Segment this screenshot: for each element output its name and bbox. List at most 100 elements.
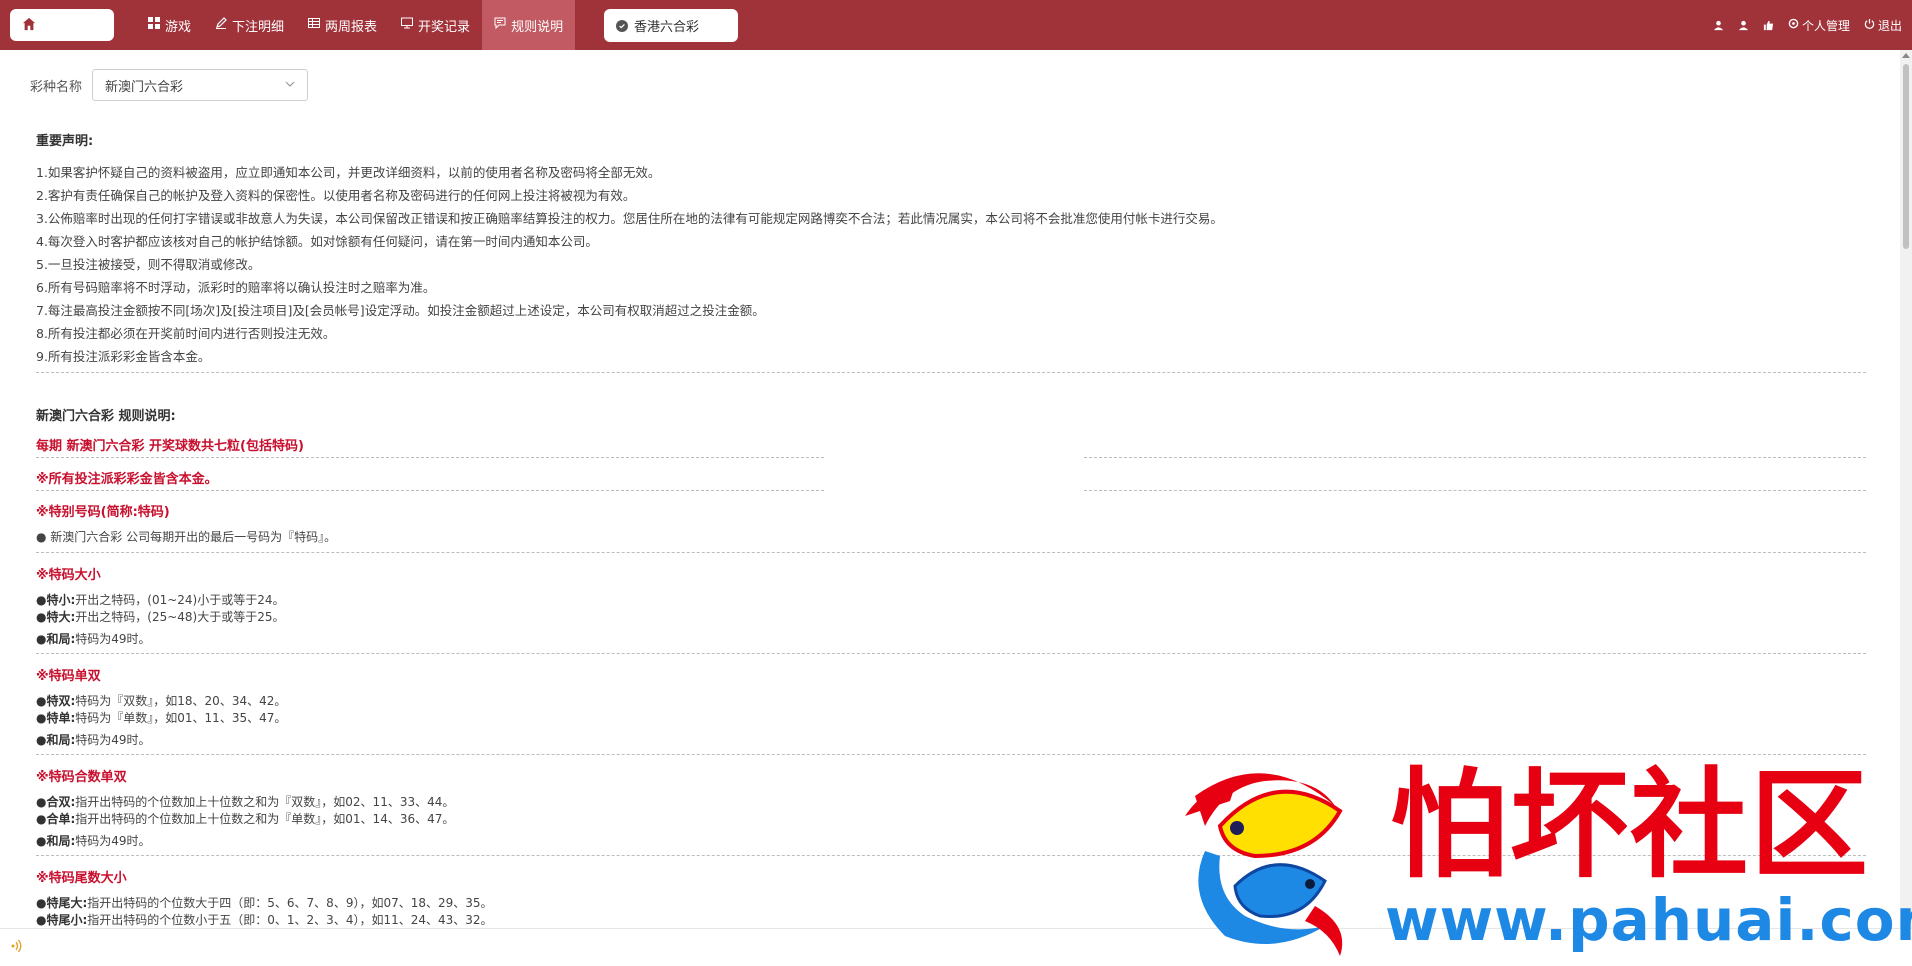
lottery-tab-label: 香港六合彩 <box>634 20 700 35</box>
message-icon <box>494 17 506 33</box>
main-nav: 游戏 下注明细 两周报表 开奖记录 规则说明 <box>136 0 576 50</box>
rule-value: 特码为『双数』，如18、20、34、42。 <box>75 694 287 708</box>
lottery-selector-row: 彩种名称 新澳门六合彩 <box>30 69 309 101</box>
rule-row: ●特单:特码为『单数』，如01、11、35、47。 <box>36 709 286 726</box>
rule-value: 开出之特码，(01~24)小于或等于24。 <box>75 593 285 607</box>
rule-row: ●特大:开出之特码，(25~48)大于或等于25。 <box>36 608 285 625</box>
rule-value: 开出之特码，(25~48)大于或等于25。 <box>75 610 285 624</box>
nav-item-label: 游戏 <box>165 19 192 35</box>
thumbs-up-icon[interactable] <box>1763 20 1774 31</box>
table-icon <box>308 17 321 33</box>
nav-item-rules[interactable]: 规则说明 <box>482 0 576 50</box>
monitor-icon <box>401 17 414 33</box>
divider <box>1084 490 1866 491</box>
rule-row: ●合双:指开出特码的个位数加上十位数之和为『双数』，如02、11、33、44。 <box>36 793 454 810</box>
rule-key: ●特大: <box>36 610 76 624</box>
rule-row: ●和局:特码为49时。 <box>36 731 151 748</box>
tail-size-title: ※特码尾数大小 <box>36 871 127 886</box>
rule-row: ●特尾大:指开出特码的个位数大于四（即：5、6、7、8、9），如07、18、29… <box>36 894 493 911</box>
grid-icon <box>148 17 160 33</box>
nav-item-draw-history[interactable]: 开奖记录 <box>389 0 482 50</box>
rule-key: ●合双: <box>36 795 76 809</box>
notice-line: 2.客护有责任确保自己的帐护及登入资料的保密性。以使用者名称及密码进行的任何网上… <box>36 188 636 203</box>
watermark-url: www.pahuai.com <box>1385 886 1912 954</box>
check-circle-icon <box>616 19 628 32</box>
rule-value: 特码为49时。 <box>75 834 151 848</box>
divider <box>1084 457 1866 458</box>
rule-key: ●特小: <box>36 593 76 607</box>
nav-item-games[interactable]: 游戏 <box>136 0 203 50</box>
notice-line: 1.如果客护怀疑自己的资料被盗用，应立即通知本公司，并更改详细资料，以前的使用者… <box>36 165 661 180</box>
rule-value: 指开出特码的个位数小于五（即：0、1、2、3、4），如11、24、43、32。 <box>87 913 493 927</box>
nav-item-label: 两周报表 <box>325 19 378 35</box>
rule-key: ●特双: <box>36 694 76 708</box>
divider <box>36 552 1866 553</box>
notice-line: 3.公佈赔率时出现的任何打字错误或非故意人为失误，本公司保留改正错误和按正确赔率… <box>36 211 1223 226</box>
divider <box>36 653 1866 654</box>
scroll-thumb[interactable] <box>1903 64 1909 249</box>
rule-value: 指开出特码的个位数加上十位数之和为『单数』，如01、14、36、47。 <box>75 812 455 826</box>
fish-logo <box>1185 773 1343 956</box>
user-group-icon[interactable] <box>1738 20 1749 31</box>
rule-key: ●和局: <box>36 834 76 848</box>
divider <box>36 457 824 458</box>
rule-row: ●合单:指开出特码的个位数加上十位数之和为『单数』，如01、14、36、47。 <box>36 810 454 827</box>
notice-line: 8.所有投注都必须在开奖前时间内进行否则投注无效。 <box>36 326 336 341</box>
notice-line: 5.一旦投注被接受，则不得取消或修改。 <box>36 257 261 272</box>
rule-value: 指开出特码的个位数大于四（即：5、6、7、8、9），如07、18、29、35。 <box>87 896 493 910</box>
rules-headline: 每期 新澳门六合彩 开奖球数共七粒(包括特码) <box>36 439 304 454</box>
lottery-tab[interactable]: 香港六合彩 <box>604 9 738 42</box>
home-icon <box>22 17 36 34</box>
speaker-icon[interactable] <box>10 939 24 956</box>
sum-odd-even-title: ※特码合数单双 <box>36 770 127 785</box>
lottery-selector-label: 彩种名称 <box>30 79 83 95</box>
rules-title: 新澳门六合彩 规则说明: <box>36 409 176 424</box>
notice-line: 6.所有号码赔率将不时浮动，派彩时的赔率将以确认投注时之赔率为准。 <box>36 280 436 295</box>
rule-key: ●和局: <box>36 733 76 747</box>
rule-value: 特码为49时。 <box>75 632 151 646</box>
nav-item-label: 下注明细 <box>232 19 285 35</box>
divider <box>36 372 1866 373</box>
odd-even-title: ※特码单双 <box>36 669 101 684</box>
rule-value: 特码为『单数』，如01、11、35、47。 <box>75 711 287 725</box>
rule-key: ●特单: <box>36 711 76 725</box>
nav-item-label: 规则说明 <box>511 19 564 35</box>
notice-line: 4.每次登入时客护都应该核对自己的帐护结馀额。如对馀额有任何疑问，请在第一时间内… <box>36 234 598 249</box>
rule-key: ●和局: <box>36 632 76 646</box>
personal-management-label: 个人管理 <box>1801 18 1850 33</box>
watermark-text: 怕坏社区 <box>1390 755 1871 894</box>
rule-value: 指开出特码的个位数加上十位数之和为『双数』，如02、11、33、44。 <box>75 795 455 809</box>
size-title: ※特码大小 <box>36 568 101 583</box>
pen-icon <box>215 17 227 33</box>
power-icon <box>1864 18 1875 32</box>
divider <box>36 490 824 491</box>
rule-row: ●特小:开出之特码，(01~24)小于或等于24。 <box>36 591 285 608</box>
rule-value: 特码为49时。 <box>75 733 151 747</box>
nav-item-bet-details[interactable]: 下注明细 <box>203 0 296 50</box>
user-icon[interactable] <box>1713 20 1724 31</box>
logout-link[interactable]: 退出 <box>1864 17 1902 34</box>
logout-label: 退出 <box>1877 18 1902 33</box>
lottery-select[interactable]: 新澳门六合彩 <box>92 69 309 101</box>
home-button[interactable] <box>10 9 114 41</box>
nav-item-two-week-report[interactable]: 两周报表 <box>296 0 389 50</box>
settings-icon <box>1788 18 1799 32</box>
rules-headline: ※所有投注派彩彩金皆含本金。 <box>36 472 218 487</box>
watermark: 怕坏社区 www.pahuai.com <box>1160 755 1912 956</box>
lottery-select-value: 新澳门六合彩 <box>105 79 184 95</box>
special-number-title: ※特别号码(简称:特码) <box>36 505 170 520</box>
rule-row: ●特双:特码为『双数』，如18、20、34、42。 <box>36 692 286 709</box>
scroll-up-arrow[interactable] <box>1902 53 1910 58</box>
rule-key: ●特尾大: <box>36 896 88 910</box>
rule-row: ●特尾小:指开出特码的个位数小于五（即：0、1、2、3、4），如11、24、43… <box>36 911 493 928</box>
notice-line: 7.每注最高投注金额按不同[场次]及[投注项目]及[会员帐号]设定浮动。如投注金… <box>36 303 765 318</box>
rule-row: ●和局:特码为49时。 <box>36 832 151 849</box>
top-navbar: 游戏 下注明细 两周报表 开奖记录 规则说明 香港六合彩 个人管理 退出 <box>0 0 1912 50</box>
nav-item-label: 开奖记录 <box>418 19 471 35</box>
notice-title: 重要声明: <box>36 134 94 149</box>
rule-key: ●特尾小: <box>36 913 88 927</box>
vertical-scrollbar[interactable] <box>1900 50 1912 928</box>
user-nav: 个人管理 退出 <box>1713 0 1902 50</box>
personal-management-link[interactable]: 个人管理 <box>1788 17 1850 34</box>
rule-key: ●合单: <box>36 812 76 826</box>
